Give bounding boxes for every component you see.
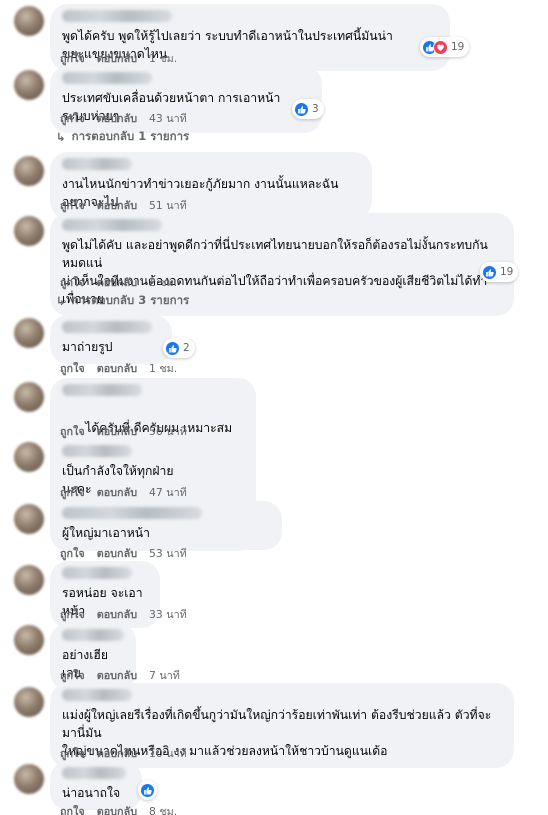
like-button[interactable]: ถูกใจ	[60, 745, 85, 762]
like-button[interactable]: ถูกใจ	[60, 484, 85, 501]
comment-timestamp[interactable]: 10 นาที	[149, 745, 187, 762]
avatar[interactable]	[14, 442, 44, 472]
reply-button[interactable]: ตอบกลับ	[97, 667, 137, 684]
avatar[interactable]	[14, 764, 44, 794]
avatar[interactable]	[14, 6, 44, 36]
avatar[interactable]	[14, 382, 44, 412]
author-name[interactable]	[62, 445, 132, 457]
reaction-summary[interactable]: 19	[480, 262, 519, 282]
like-button[interactable]: ถูกใจ	[60, 110, 85, 127]
reaction-count: 2	[183, 342, 190, 354]
reaction-summary[interactable]: 3	[292, 99, 324, 119]
view-replies-link[interactable]: ↳ การตอบกลับ 3 รายการ	[56, 292, 189, 310]
avatar[interactable]	[14, 156, 44, 186]
author-name[interactable]	[62, 567, 132, 579]
avatar[interactable]	[14, 687, 44, 717]
comment-timestamp[interactable]: 51 นาที	[149, 197, 187, 214]
comment-text: น่าอนาถใจ	[62, 786, 121, 800]
love-reaction-icon	[433, 39, 448, 55]
comment-actions: ถูกใจ ตอบกลับ 53 นาที	[60, 545, 187, 562]
like-button[interactable]: ถูกใจ	[60, 606, 85, 623]
replies-count-label: การตอบกลับ 3 รายการ	[71, 293, 190, 307]
like-button[interactable]: ถูกใจ	[60, 50, 85, 67]
avatar[interactable]	[14, 625, 44, 655]
comment-actions: ถูกใจ ตอบกลับ 1 ชม.	[60, 360, 177, 377]
comment-actions: ถูกใจ ตอบกลับ 7 นาที	[60, 667, 180, 684]
comment-timestamp[interactable]: 47 นาที	[149, 484, 187, 501]
avatar[interactable]	[14, 565, 44, 595]
comment-actions: ถูกใจ ตอบกลับ 2 ชม.	[60, 274, 177, 291]
like-button[interactable]: ถูกใจ	[60, 274, 85, 291]
comment-timestamp[interactable]: 53 นาที	[149, 545, 187, 562]
reply-button[interactable]: ตอบกลับ	[97, 197, 137, 214]
comment-actions: ถูกใจ ตอบกลับ 33 นาที	[60, 606, 187, 623]
reply-button[interactable]: ตอบกลับ	[97, 423, 137, 440]
reply-button[interactable]: ตอบกลับ	[97, 803, 137, 815]
comment-timestamp[interactable]: 43 นาที	[149, 110, 187, 127]
comment-actions: ถูกใจ ตอบกลับ 51 นาที	[60, 197, 187, 214]
avatar[interactable]	[14, 504, 44, 534]
reply-button[interactable]: ตอบกลับ	[97, 606, 137, 623]
comment-timestamp[interactable]: 56 นาที	[149, 423, 187, 440]
reaction-summary[interactable]: 2	[163, 338, 195, 358]
reaction-count: 19	[451, 41, 465, 53]
comment-actions: ถูกใจ ตอบกลับ 1 ชม.	[60, 50, 177, 67]
author-name[interactable]	[62, 384, 142, 396]
avatar[interactable]	[14, 70, 44, 100]
comment-timestamp[interactable]: 2 ชม.	[149, 274, 177, 291]
comment-actions: ถูกใจ ตอบกลับ 8 ชม.	[60, 803, 177, 815]
reply-button[interactable]: ตอบกลับ	[97, 50, 137, 67]
comment-text: ผู้ใหญ่มาเอาหน้า	[62, 526, 150, 540]
author-name[interactable]	[62, 72, 152, 84]
comment-actions: ถูกใจ ตอบกลับ 56 นาที	[60, 423, 187, 440]
author-name[interactable]	[62, 158, 132, 170]
author-name[interactable]	[62, 219, 162, 231]
like-button[interactable]: ถูกใจ	[60, 545, 85, 562]
comment-timestamp[interactable]: 33 นาที	[149, 606, 187, 623]
reaction-summary[interactable]	[138, 780, 157, 800]
reply-button[interactable]: ตอบกลับ	[97, 745, 137, 762]
reply-button[interactable]: ตอบกลับ	[97, 360, 137, 377]
comment-text: มาถ่ายรูป	[62, 340, 113, 354]
author-name[interactable]	[62, 10, 172, 22]
like-reaction-icon	[294, 101, 309, 117]
replies-count-label: การตอบกลับ 1 รายการ	[71, 129, 190, 143]
avatar[interactable]	[14, 318, 44, 348]
author-name[interactable]	[62, 767, 126, 779]
like-reaction-icon	[165, 340, 180, 356]
comment-actions: ถูกใจ ตอบกลับ 43 นาที	[60, 110, 187, 127]
comment-timestamp[interactable]: 1 ชม.	[149, 360, 177, 377]
comment-actions: ถูกใจ ตอบกลับ 47 นาที	[60, 484, 187, 501]
reply-arrow-icon: ↳	[56, 294, 66, 308]
like-reaction-icon	[482, 264, 497, 280]
comment-timestamp[interactable]: 8 ชม.	[149, 803, 177, 815]
reply-button[interactable]: ตอบกลับ	[97, 274, 137, 291]
author-name[interactable]	[62, 689, 132, 701]
like-button[interactable]: ถูกใจ	[60, 803, 85, 815]
like-button[interactable]: ถูกใจ	[60, 197, 85, 214]
author-name[interactable]	[62, 507, 202, 519]
reply-button[interactable]: ตอบกลับ	[97, 110, 137, 127]
reply-button[interactable]: ตอบกลับ	[97, 484, 137, 501]
comment-timestamp[interactable]: 1 ชม.	[149, 50, 177, 67]
reply-arrow-icon: ↳	[56, 130, 66, 144]
reaction-count: 3	[312, 103, 319, 115]
like-button[interactable]: ถูกใจ	[60, 667, 85, 684]
comment-bubble: มาถ่ายรูป	[50, 315, 172, 364]
reaction-summary[interactable]: 19	[420, 37, 470, 57]
author-name[interactable]	[62, 629, 124, 641]
comment-actions: ถูกใจ ตอบกลับ 10 นาที	[60, 745, 187, 762]
like-button[interactable]: ถูกใจ	[60, 360, 85, 377]
comment-timestamp[interactable]: 7 นาที	[149, 667, 180, 684]
like-reaction-icon	[140, 782, 155, 798]
reply-button[interactable]: ตอบกลับ	[97, 545, 137, 562]
reaction-count: 19	[500, 266, 514, 278]
view-replies-link[interactable]: ↳ การตอบกลับ 1 รายการ	[56, 128, 189, 146]
avatar[interactable]	[14, 216, 44, 246]
author-name[interactable]	[62, 321, 152, 333]
like-button[interactable]: ถูกใจ	[60, 423, 85, 440]
comment-bubble: ผู้ใหญ่มาเอาหน้า	[50, 501, 282, 550]
